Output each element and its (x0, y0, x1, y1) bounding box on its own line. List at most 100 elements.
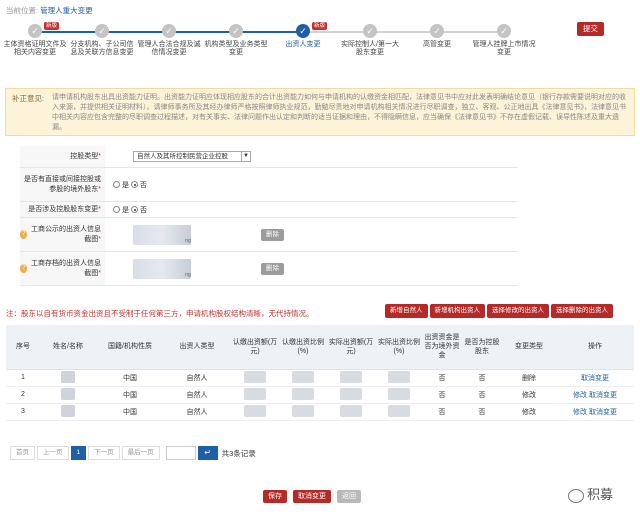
correction-notice: 补正意见: 请申请机构股东出具出资能力证明。出资能力证明应体现相应股东的合计出资… (5, 88, 635, 136)
pledge-yes-radio[interactable] (113, 206, 120, 213)
new-badge: 新版 (312, 22, 328, 30)
redacted-value (292, 404, 314, 417)
notice-text: 请申请机构股东出具出资能力证明。出资能力证明应体现相应股东的合计出资能力如何与申… (52, 94, 626, 131)
step-5[interactable]: ✓ 新版 出资人变更 (268, 22, 338, 49)
redacted-value (340, 370, 362, 383)
step-label: 主体资格证明文件及相关内容变更 (3, 41, 67, 56)
redacted-value (388, 404, 410, 417)
check-icon: ✓ (497, 24, 511, 38)
page-1-button[interactable]: 1 (70, 446, 87, 460)
first-page-button[interactable]: 首页 (10, 446, 35, 460)
last-page-button[interactable]: 最后一页 (121, 446, 160, 460)
breadcrumb: 当前位置: 管理人重大变更 (6, 5, 93, 16)
redacted-value (292, 387, 314, 400)
step-progress: ✓ 新版 主体资格证明文件及相关内容变更 ✓ 分支机构、子公司信息及关联方信息变… (0, 22, 640, 78)
step-label: 分支机构、子公司信息及关联方信息变更 (70, 41, 134, 56)
select-modify-button[interactable]: 选择修改的出资人 (487, 304, 549, 318)
redacted-value (292, 370, 314, 383)
table-row: 1 中国 自然人 否 否 删除 取消变更 (6, 369, 634, 387)
cancel-change-button[interactable]: 取消变更 (293, 490, 331, 503)
col-header: 实际出资比例(%) (376, 325, 422, 370)
form-actions: 保存 取消变更 返回 (263, 490, 367, 503)
holding-type-select[interactable]: 自然人及其所控制民营企业控股 ▼ (133, 151, 251, 162)
redacted-value (340, 387, 362, 400)
investor-table: 序号 姓名/名称 国籍/机构性质 出资人类型 认缴出资额(万元) 认缴出资比例(… (6, 325, 634, 421)
go-arrow-icon[interactable]: ↵ (197, 446, 218, 460)
notice-label: 补正意见: (12, 94, 45, 103)
modify-link[interactable]: 修改 (573, 409, 587, 416)
total-records: 共3条记录 (221, 448, 256, 458)
table-row: 2 中国 自然人 否 否 修改 修改 取消变更 (6, 386, 634, 404)
shot2-row: ? 工商存档的出资人信息截图* ng 删除 (20, 252, 518, 286)
breadcrumb-current[interactable]: 管理人重大变更 (40, 6, 93, 15)
prev-page-button[interactable]: 上一页 (37, 446, 69, 460)
step-label: 机构类型及业务类型变更 (204, 41, 268, 56)
image-thumbnail[interactable]: ng (133, 258, 191, 279)
step-8[interactable]: ✓ 管理人挂牌上市情况变更 (469, 22, 539, 57)
new-badge: 新版 (44, 22, 60, 30)
check-icon: ✓ (162, 24, 176, 38)
chevron-down-icon: ▼ (241, 152, 250, 161)
step-2[interactable]: ✓ 分支机构、子公司信息及关联方信息变更 (67, 22, 137, 57)
cancel-change-link[interactable]: 取消变更 (589, 409, 617, 416)
col-header: 认缴出资比例(%) (280, 325, 326, 370)
cancel-change-link[interactable]: 取消变更 (589, 392, 617, 399)
chat-bubble-icon (568, 488, 584, 503)
col-header: 国籍/机构性质 (96, 325, 164, 370)
pledge-no-radio[interactable] (131, 206, 138, 213)
foreign-no-radio[interactable] (131, 181, 138, 188)
step-3[interactable]: ✓ 管理人合法合规及诚信情况变更 (134, 22, 204, 57)
redacted-name (61, 387, 75, 400)
redacted-value (244, 404, 266, 417)
pledge-row: 是否涉及控股股东变更 * 是 否 (20, 202, 518, 218)
submit-button[interactable]: 提交 (577, 22, 604, 36)
check-icon: ✓ (363, 24, 377, 38)
select-delete-button[interactable]: 选择删除的出资人 (551, 304, 613, 318)
pagination: 首页 上一页 1 下一页 最后一页 ↵ 共3条记录 (10, 446, 256, 460)
add-person-button[interactable]: 新增自然人 (385, 304, 428, 318)
redacted-value (340, 404, 362, 417)
col-header: 操作 (556, 325, 634, 370)
page-jump-input[interactable] (165, 446, 196, 460)
foreign-yes-radio[interactable] (113, 181, 120, 188)
foreign-holder-row: 是否有直接或间接控股或参股的境外股东* 是 否 (20, 168, 518, 202)
step-1[interactable]: ✓ 新版 主体资格证明文件及相关内容变更 (0, 22, 70, 57)
redacted-value (388, 387, 410, 400)
help-icon: ? (20, 230, 28, 239)
add-institution-button[interactable]: 新增机构出资人 (429, 304, 485, 318)
table-header: 序号 姓名/名称 国籍/机构性质 出资人类型 认缴出资额(万元) 认缴出资比例(… (6, 325, 634, 370)
col-header: 认缴出资额(万元) (230, 325, 280, 370)
redacted-value (244, 370, 266, 383)
step-7[interactable]: ✓ 高管变更 (402, 22, 472, 49)
shot2-label: 工商存档的出资人信息截图* (31, 259, 101, 277)
col-header: 姓名/名称 (40, 325, 96, 370)
check-icon: ✓ (95, 24, 109, 38)
next-page-button[interactable]: 下一页 (88, 446, 120, 460)
back-button[interactable]: 返回 (337, 490, 361, 503)
foreign-holder-label: 是否有直接或间接控股或参股的境外股东* (24, 175, 101, 193)
col-header: 是否为控股股东 (462, 325, 502, 370)
modify-link[interactable]: 修改 (573, 392, 587, 399)
investor-form: 控股类型 * 自然人及其所控制民营企业控股 ▼ 是否有直接或间接控股或参股的境外股… (20, 146, 518, 286)
investor-actions: 新增自然人 新增机构出资人 选择修改的出资人 选择删除的出资人 (385, 304, 615, 318)
delete-button[interactable]: 删除 (261, 262, 284, 275)
step-6[interactable]: ✓ 实际控制人/第一大股东变更 (335, 22, 405, 57)
redacted-value (388, 370, 410, 383)
redacted-value (244, 387, 266, 400)
col-header: 实际出资额(万元) (326, 325, 376, 370)
check-icon: ✓ (296, 24, 310, 38)
step-4[interactable]: ✓ 机构类型及业务类型变更 (201, 22, 271, 57)
redacted-name (61, 404, 75, 417)
col-header: 出资资金是否为境外资金 (422, 325, 462, 370)
cancel-change-link[interactable]: 取消变更 (581, 375, 609, 382)
help-icon: ? (20, 264, 28, 273)
breadcrumb-prefix: 当前位置: (6, 6, 39, 15)
delete-button[interactable]: 删除 (261, 228, 284, 241)
check-icon: ✓ (229, 24, 243, 38)
save-button[interactable]: 保存 (263, 490, 287, 503)
step-label: 出资人变更 (285, 41, 321, 48)
watermark: 积募 (568, 484, 613, 503)
step-label: 高管变更 (423, 41, 451, 48)
image-thumbnail[interactable]: ng (133, 224, 191, 245)
holding-type-label: 控股类型 (70, 152, 99, 160)
